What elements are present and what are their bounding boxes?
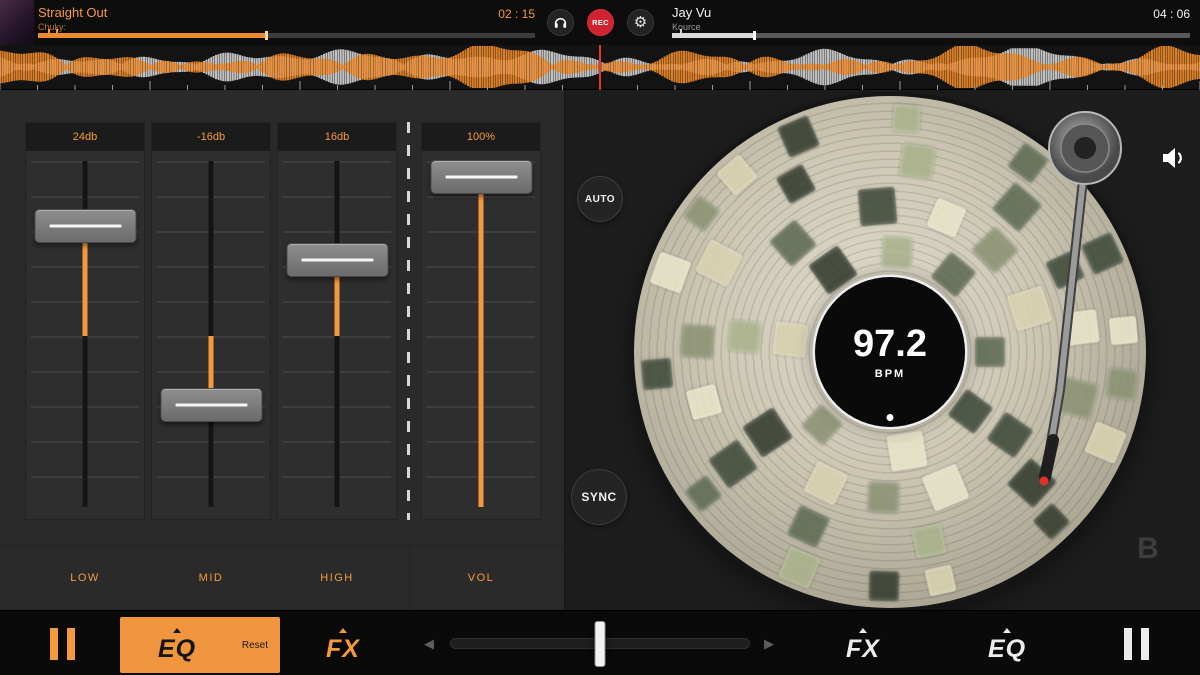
needle-tip [1040, 477, 1049, 486]
deck-b-progress-knob [753, 31, 756, 40]
pause-icon [1141, 628, 1149, 660]
headphones-cue-button[interactable] [547, 9, 574, 36]
vol-slider-handle[interactable] [430, 160, 532, 194]
low-slider-handle[interactable] [34, 209, 136, 243]
volume-section-divider [407, 122, 410, 520]
mid-slider-handle[interactable] [160, 388, 262, 422]
bottom-bar: EQ Reset FX ◀ ▶ FX EQ [0, 610, 1200, 675]
deck-letter: B [1131, 532, 1165, 566]
deck-a-progress-fill [38, 33, 267, 38]
deck-a-progress-bar[interactable] [38, 33, 535, 38]
high-label: HIGH [277, 572, 397, 584]
caret-up-icon [1003, 628, 1011, 633]
deck-b-pause-button[interactable] [1124, 611, 1149, 675]
divider [0, 545, 565, 546]
crossfader-left-arrow[interactable]: ◀ [424, 611, 434, 675]
deck-a-album-art[interactable] [0, 0, 34, 45]
deck-b-panel: AUTO SYNC 97.2 BPM [565, 90, 1200, 610]
high-slider-column: 16db [277, 122, 397, 520]
mid-slider-column: -16db [151, 122, 271, 520]
mid-label: MID [151, 572, 271, 584]
mixer-panel: 24db -16db 16db [0, 90, 565, 610]
dj-mixer-app: Straight Out Chuky: 02 : 15 REC ⚙ Jay Vu… [0, 0, 1200, 675]
fx-label: FX [846, 637, 880, 662]
deck-a-progress-knob [265, 31, 268, 40]
vol-slider-track[interactable] [479, 161, 484, 507]
handle-line [301, 259, 373, 262]
deck-b-track-title: Jay Vu [672, 5, 711, 20]
vol-slider-column: 100% [421, 122, 541, 520]
high-slider-track[interactable] [335, 161, 340, 507]
crossfader-handle[interactable] [595, 621, 606, 667]
crossfader[interactable] [450, 638, 750, 649]
deck-a-fx-button[interactable]: FX [303, 617, 383, 673]
deck-a-eq-button[interactable]: EQ Reset [120, 617, 280, 673]
deck-b-progress-bar[interactable] [672, 33, 1190, 38]
headphones-icon [553, 15, 568, 30]
handle-line [445, 175, 517, 178]
deck-a-track-title: Straight Out [38, 5, 107, 20]
eq-label: EQ [158, 637, 196, 662]
deck-a-pause-button[interactable] [50, 611, 75, 675]
deck-b-track-artist: Kource [672, 22, 701, 32]
low-slider[interactable] [26, 151, 144, 519]
pause-icon [67, 628, 75, 660]
speaker-icon[interactable] [1161, 147, 1187, 169]
settings-gear-icon[interactable]: ⚙ [627, 9, 654, 36]
deck-a-track-artist: Chuky: [38, 22, 66, 32]
record-button[interactable]: REC [587, 9, 614, 36]
mid-slider-track[interactable] [209, 161, 214, 507]
caret-up-icon [859, 628, 867, 633]
vol-slider-fill [479, 177, 484, 507]
deck-b-eq-button[interactable]: EQ [967, 617, 1047, 673]
fx-label: FX [326, 637, 360, 662]
crossfader-right-arrow[interactable]: ▶ [764, 611, 774, 675]
low-slider-column: 24db [25, 122, 145, 520]
vol-value-label: 100% [422, 123, 540, 151]
divider [409, 546, 410, 610]
deck-b-fx-button[interactable]: FX [823, 617, 903, 673]
low-slider-track[interactable] [83, 161, 88, 507]
mid-value-label: -16db [152, 123, 270, 151]
high-slider-handle[interactable] [286, 243, 388, 277]
waveform-playhead [599, 45, 601, 90]
deck-a-time: 02 : 15 [455, 7, 535, 21]
tonearm[interactable] [565, 90, 1200, 610]
waveform-display[interactable] [0, 45, 1200, 90]
deck-b-time: 04 : 06 [1108, 7, 1190, 21]
deck-b-progress-fill [672, 33, 755, 38]
vol-slider[interactable] [422, 151, 540, 519]
high-value-label: 16db [278, 123, 396, 151]
pause-icon [1124, 628, 1132, 660]
eq-reset-button[interactable]: Reset [242, 640, 268, 651]
pause-icon [50, 628, 58, 660]
caret-up-icon [339, 628, 347, 633]
low-value-label: 24db [26, 123, 144, 151]
vol-label: VOL [421, 572, 541, 584]
high-slider[interactable] [278, 151, 396, 519]
mid-slider[interactable] [152, 151, 270, 519]
low-label: LOW [25, 572, 145, 584]
handle-line [175, 403, 247, 406]
top-bar: Straight Out Chuky: 02 : 15 REC ⚙ Jay Vu… [0, 0, 1200, 45]
caret-up-icon [173, 628, 181, 633]
handle-line [49, 225, 121, 228]
eq-label: EQ [988, 637, 1026, 662]
